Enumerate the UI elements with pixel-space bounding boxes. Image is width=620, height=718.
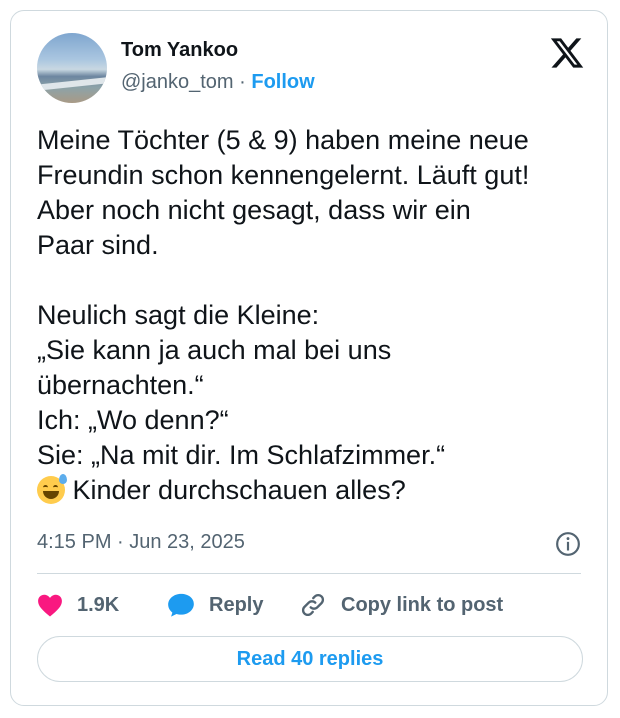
copy-link-button[interactable]: Copy link to post	[299, 591, 503, 619]
author-handle[interactable]: @janko_tom	[121, 71, 234, 93]
tweet-text: Meine Töchter (5 & 9) haben meine neue F…	[37, 123, 597, 508]
tweet-body: Meine Töchter (5 & 9) haben meine neue F…	[37, 125, 530, 470]
x-logo-icon[interactable]	[549, 35, 585, 71]
tweet-last-line: Kinder durchschauen alles?	[65, 475, 406, 505]
like-button[interactable]: 1.9K	[37, 591, 119, 619]
link-icon	[301, 593, 325, 617]
like-count: 1.9K	[77, 593, 120, 616]
heart-icon	[38, 594, 62, 617]
timestamp[interactable]: 4:15 PM · Jun 23, 2025	[37, 531, 245, 554]
copy-link-label: Copy link to post	[341, 593, 504, 616]
reply-bubble-icon	[168, 593, 194, 617]
read-replies-label: Read 40 replies	[236, 647, 384, 670]
reply-label: Reply	[209, 593, 264, 616]
separator-dot: ·	[239, 71, 246, 93]
grinning-face-with-sweat-icon	[37, 474, 67, 504]
info-icon[interactable]	[555, 531, 581, 557]
avatar[interactable]	[37, 33, 107, 103]
tweet-card: Tom Yankoo @janko_tom · Follow Meine Töc…	[10, 10, 608, 706]
author-name[interactable]: Tom Yankoo	[121, 39, 238, 62]
author-handle-row: @janko_tom · Follow	[121, 71, 315, 94]
follow-button[interactable]: Follow	[251, 71, 314, 93]
read-replies-button[interactable]: Read 40 replies	[37, 636, 583, 682]
reply-button[interactable]: Reply	[167, 591, 263, 619]
divider	[37, 573, 581, 574]
